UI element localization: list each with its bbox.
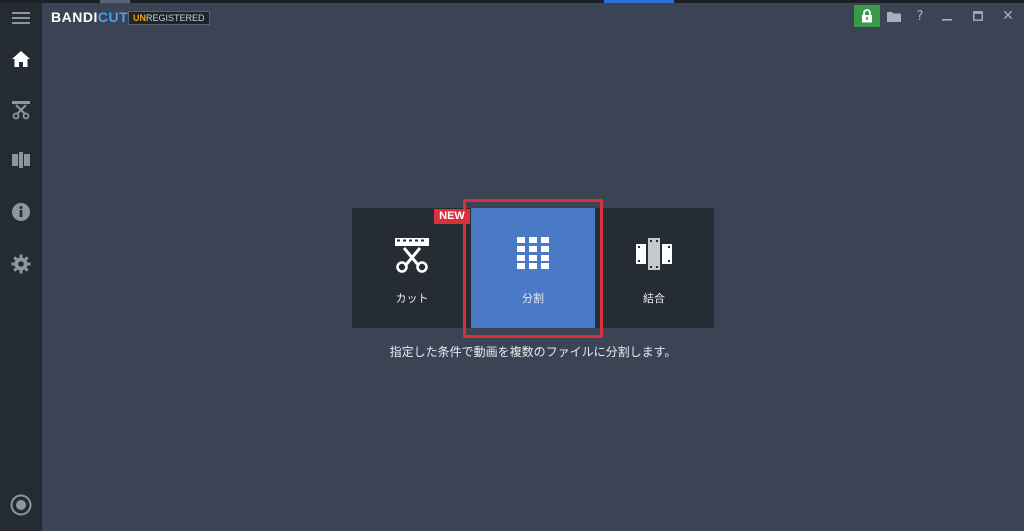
film-scissors-icon	[395, 238, 429, 273]
mode-description: 指定した条件で動画を複数のファイルに分割します。	[389, 345, 677, 359]
app-logo: BANDICUT	[51, 9, 128, 25]
mode-label-cut: カット	[395, 292, 429, 305]
mode-panel: カット 分割 結合	[352, 208, 714, 328]
help-button[interactable]: ?	[910, 5, 930, 27]
badge-suffix: REGISTERED	[146, 13, 205, 23]
film-join-icon	[12, 152, 30, 168]
app-window: BANDICUT UNREGISTERED ? ✕ カット 分割 結合 NEW …	[0, 0, 1024, 531]
lock-icon	[862, 9, 872, 23]
close-button[interactable]: ✕	[997, 5, 1019, 27]
new-badge: NEW	[434, 209, 470, 224]
mode-tile-join[interactable]: 結合	[594, 208, 714, 328]
maximize-icon	[973, 11, 983, 21]
sidebar-item-info[interactable]	[0, 192, 42, 232]
lock-button[interactable]	[854, 5, 880, 27]
sidebar-item-cut[interactable]	[0, 90, 42, 130]
open-folder-button[interactable]	[884, 5, 904, 27]
badge-prefix: UN	[133, 13, 146, 23]
mode-label-join: 結合	[643, 292, 665, 305]
record-icon	[10, 494, 32, 516]
sidebar-item-home[interactable]	[0, 39, 42, 79]
scissors-icon	[12, 101, 30, 120]
sidebar-item-settings[interactable]	[0, 244, 42, 284]
minimize-icon	[942, 19, 952, 21]
minimize-button[interactable]	[936, 5, 958, 27]
info-icon	[12, 203, 30, 221]
sidebar	[0, 3, 42, 531]
registration-badge[interactable]: UNREGISTERED	[128, 11, 210, 25]
title-bar: BANDICUT UNREGISTERED ? ✕	[42, 3, 1024, 31]
film-join-icon	[636, 238, 672, 270]
mode-tile-cut[interactable]: カット	[352, 208, 472, 328]
sidebar-item-record[interactable]	[0, 485, 42, 525]
maximize-button[interactable]	[967, 5, 989, 27]
grid-icon	[517, 237, 549, 269]
menu-button[interactable]	[0, 3, 42, 33]
logo-text-prefix: BANDI	[51, 9, 98, 25]
folder-icon	[887, 11, 901, 22]
mode-label-split: 分割	[522, 292, 544, 305]
hamburger-icon	[12, 12, 30, 24]
sidebar-item-join[interactable]	[0, 140, 42, 180]
home-icon	[12, 51, 30, 67]
mode-tile-split[interactable]: 分割	[471, 208, 595, 328]
gear-icon	[11, 254, 31, 274]
logo-text-suffix: CUT	[97, 9, 129, 25]
